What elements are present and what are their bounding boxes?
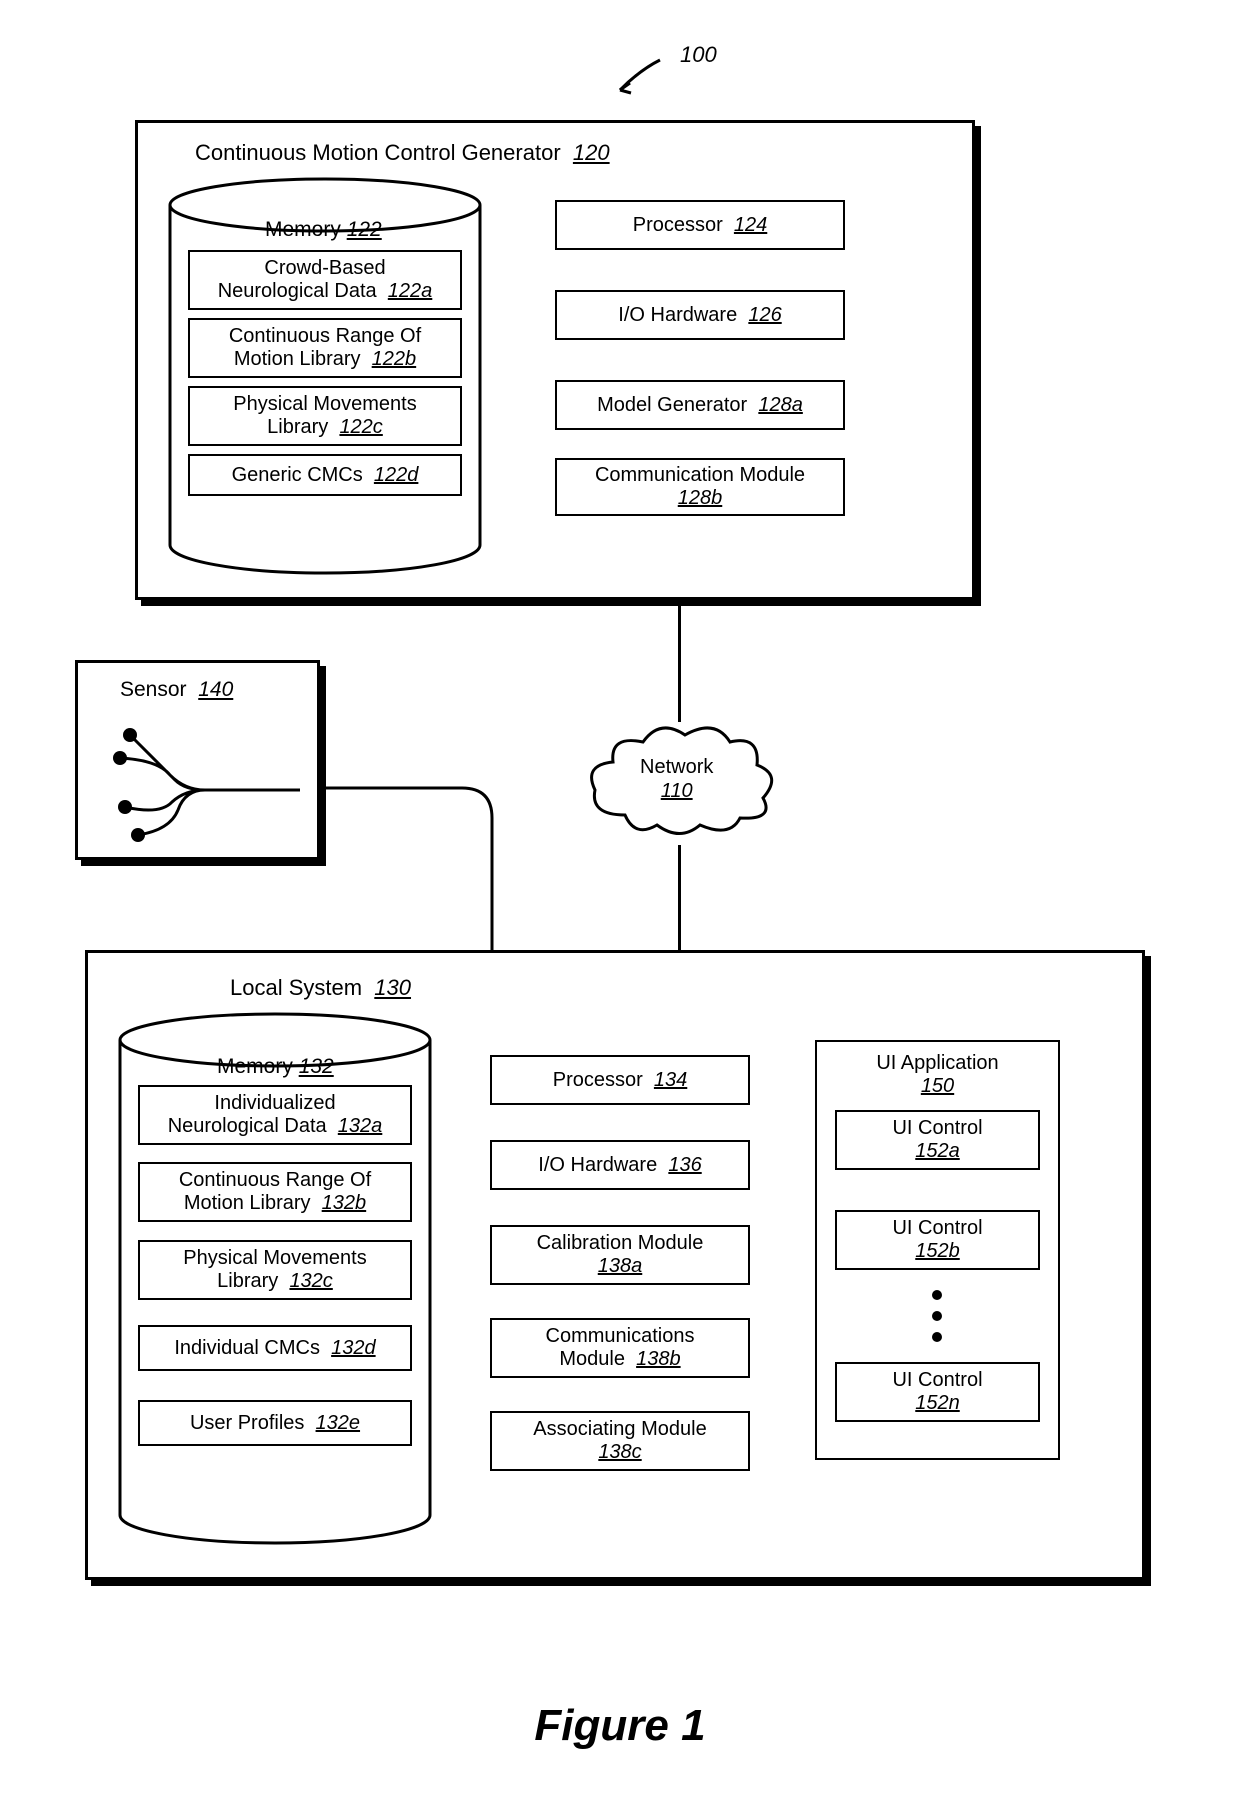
mem-item: Continuous Range Of Motion Library 132b: [138, 1162, 412, 1222]
mem-item: Individual CMCs 132d: [138, 1325, 412, 1371]
component-box: Associating Module 138c: [490, 1411, 750, 1471]
sensor-icon: [90, 710, 305, 850]
ui-control-box: UI Control 152b: [835, 1210, 1040, 1270]
ellipsis-icon: [930, 1288, 944, 1344]
component-box: Model Generator 128a: [555, 380, 845, 430]
ui-control-box: UI Control 152a: [835, 1110, 1040, 1170]
mem-item: Physical Movements Library 132c: [138, 1240, 412, 1300]
figure-ref: 100: [680, 42, 717, 68]
figure-title: Figure 1: [534, 1701, 705, 1751]
local-title: Local System 130: [230, 975, 411, 1001]
connector-line: [678, 845, 681, 950]
connector-line: [678, 605, 681, 722]
local-memory-title: Memory 132: [217, 1055, 334, 1079]
ui-app-title: UI Application: [876, 1052, 998, 1074]
component-box: I/O Hardware 136: [490, 1140, 750, 1190]
mem-item: Crowd-Based Neurological Data 122a: [188, 250, 462, 310]
connector-line: [322, 785, 502, 955]
mem-item: Individualized Neurological Data 132a: [138, 1085, 412, 1145]
cmcg-title: Continuous Motion Control Generator 120: [195, 140, 610, 166]
mem-item: Continuous Range Of Motion Library 122b: [188, 318, 462, 378]
component-box: Calibration Module 138a: [490, 1225, 750, 1285]
component-box: Processor 134: [490, 1055, 750, 1105]
mem-item: User Profiles 132e: [138, 1400, 412, 1446]
sensor-title: Sensor 140: [120, 678, 233, 702]
component-box: Communications Module 138b: [490, 1318, 750, 1378]
component-box: I/O Hardware 126: [555, 290, 845, 340]
component-box: Processor 124: [555, 200, 845, 250]
mem-item: Generic CMCs 122d: [188, 454, 462, 496]
mem-item: Physical Movements Library 122c: [188, 386, 462, 446]
cmcg-memory-title: Memory 122: [265, 218, 382, 242]
leader-arrow-icon: [610, 55, 670, 95]
ui-app-ref: 150: [921, 1075, 954, 1097]
network-label: Network 110: [640, 755, 713, 803]
ui-control-box: UI Control 152n: [835, 1362, 1040, 1422]
component-box: Communication Module 128b: [555, 458, 845, 516]
